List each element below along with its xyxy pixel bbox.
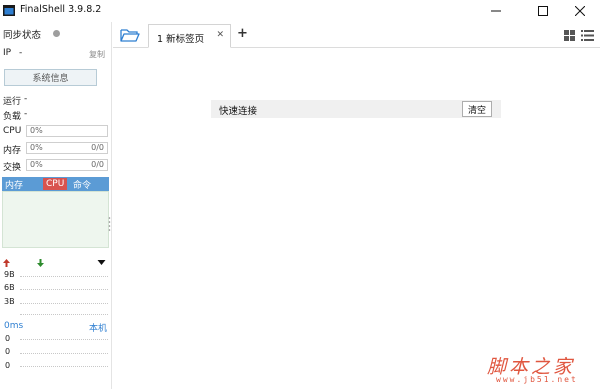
close-button[interactable] — [560, 0, 600, 22]
memory-label: 内存 — [3, 146, 22, 156]
quick-connect-bar: 快速连接 清空 — [211, 100, 501, 118]
memory-usage-value: 0% — [30, 143, 43, 152]
process-sort-memory[interactable]: 内存 — [5, 178, 23, 191]
window-title: FinalShell 3.9.8.2 — [20, 4, 102, 15]
quick-connect-label: 快速连接 — [219, 106, 258, 117]
process-list[interactable] — [2, 191, 109, 248]
ip-label: IP — [3, 48, 12, 58]
tab-label: 1 新标签页 — [157, 34, 205, 45]
ping-scale-low: 0 — [5, 361, 11, 370]
title-bar: FinalShell 3.9.8.2 — [0, 0, 600, 22]
view-mode-icons — [564, 30, 594, 41]
cpu-usage-value: 0% — [30, 126, 43, 135]
minimize-button[interactable] — [476, 0, 516, 22]
ping-graph-line — [20, 366, 108, 367]
net-graph-line — [20, 314, 108, 315]
system-info-button[interactable]: 系统信息 — [4, 69, 97, 86]
tab-bar: 1 新标签页 ✕ + — [113, 22, 600, 48]
app-icon — [3, 5, 15, 16]
memory-detail: 0/0 — [91, 143, 104, 152]
list-view-icon[interactable] — [581, 30, 594, 41]
net-scale-high: 9B — [4, 270, 15, 279]
net-graph-line — [20, 276, 108, 277]
net-scale-low: 3B — [4, 297, 15, 306]
watermark-url: www.jb51.net — [496, 375, 578, 384]
net-graph-line — [20, 289, 108, 290]
ping-latency: 0ms — [4, 321, 24, 331]
net-scale-mid: 6B — [4, 283, 15, 292]
cpu-label: CPU — [3, 126, 22, 136]
ping-graph-line — [20, 339, 108, 340]
network-interface-dropdown-icon[interactable] — [97, 259, 106, 266]
add-tab-icon[interactable]: + — [237, 26, 248, 41]
maximize-icon — [538, 6, 548, 16]
splitter-handle[interactable] — [108, 215, 111, 235]
swap-meter: 0% 0/0 — [26, 159, 108, 171]
process-table-header: 内存 CPU 命令 — [2, 177, 109, 191]
status-dot-icon — [53, 30, 60, 37]
maximize-button[interactable] — [523, 0, 563, 22]
ping-scale-high: 0 — [5, 334, 11, 343]
ping-graph-line — [20, 353, 108, 354]
memory-meter: 0% 0/0 — [26, 142, 108, 154]
swap-detail: 0/0 — [91, 160, 104, 169]
minimize-icon — [491, 10, 501, 12]
load-value: - — [24, 109, 28, 119]
grid-view-icon[interactable] — [564, 30, 575, 41]
load-label: 负载 — [3, 112, 22, 122]
tab-new-tab[interactable]: 1 新标签页 ✕ — [148, 24, 231, 48]
uptime-value: - — [24, 94, 28, 104]
close-icon — [575, 6, 585, 16]
tab-close-icon[interactable]: ✕ — [216, 30, 224, 40]
process-sort-command[interactable]: 命令 — [73, 178, 91, 191]
open-folder-icon[interactable] — [120, 28, 140, 43]
swap-usage-value: 0% — [30, 160, 43, 169]
ip-value: - — [19, 48, 23, 58]
swap-label: 交换 — [3, 163, 22, 173]
process-sort-cpu[interactable]: CPU — [43, 178, 68, 190]
ping-graph: 0 0 0 — [2, 332, 109, 378]
ping-scale-mid: 0 — [5, 347, 11, 356]
upload-arrow-icon — [3, 259, 10, 267]
sync-status-label: 同步状态 — [3, 30, 42, 41]
uptime-label: 运行 — [3, 97, 22, 107]
clear-button[interactable]: 清空 — [462, 101, 492, 117]
net-graph-line — [20, 303, 108, 304]
copy-ip-button[interactable]: 复制 — [89, 49, 105, 60]
download-arrow-icon — [37, 259, 44, 267]
cpu-meter: 0% — [26, 125, 108, 137]
